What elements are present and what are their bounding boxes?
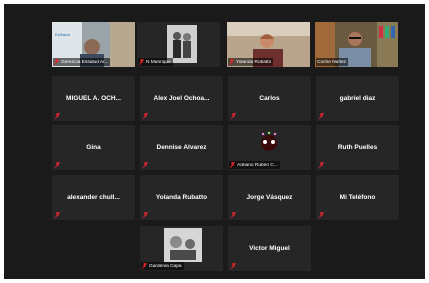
participant-tile[interactable]: Victor Miguel	[228, 226, 311, 271]
participant-tile[interactable]: Yolanda Rubatto	[227, 22, 310, 67]
muted-mic-icon	[230, 162, 235, 168]
muted-mic-icon	[319, 162, 324, 168]
participant-name: Victor Miguel	[249, 244, 290, 252]
participant-name: alexander chull...	[67, 193, 120, 201]
participant-name: Dennise Alvarez	[156, 143, 207, 151]
participant-tile[interactable]: Ruth Puelles	[316, 125, 399, 170]
muted-mic-icon	[231, 263, 236, 269]
participant-tile[interactable]: Alex Joel Ochoa...	[140, 76, 223, 121]
muted-mic-icon	[229, 59, 234, 65]
participant-name: Jorge Vásquez	[246, 193, 293, 201]
muted-mic-icon	[231, 113, 236, 119]
participant-name: Gardenia Capa	[149, 263, 182, 269]
participant-tile[interactable]: Gardenia Capa	[140, 226, 223, 271]
participant-tile[interactable]: MIGUEL A. OCH...	[52, 76, 135, 121]
muted-mic-icon	[55, 212, 60, 218]
participant-name: MIGUEL A. OCH...	[66, 94, 121, 102]
participant-name: Carlos	[259, 94, 280, 102]
participant-name: Gerencia Essalud Ar...	[61, 59, 109, 65]
muted-mic-icon	[143, 162, 148, 168]
participant-name: Mi Teléfono	[339, 193, 376, 201]
participant-tile[interactable]: Mi Teléfono	[316, 175, 399, 220]
muted-mic-icon	[231, 212, 236, 218]
participant-label: Gardenia Capa	[141, 262, 184, 270]
participant-tile[interactable]: Gina	[52, 125, 135, 170]
participant-tile[interactable]: Dennise Alvarez	[140, 125, 223, 170]
muted-mic-icon	[55, 113, 60, 119]
participant-name: Yolanda Rubatto	[236, 59, 272, 65]
muted-mic-icon	[55, 162, 60, 168]
muted-mic-icon	[319, 212, 324, 218]
participant-tile[interactable]: Jorge Vásquez	[228, 175, 311, 220]
participant-name: Alex Joel Ochoa...	[153, 94, 210, 102]
participant-tile-active-speaker[interactable]: Coche Núñez	[315, 22, 398, 67]
participant-tile[interactable]: gabriel diaz	[316, 76, 399, 121]
participant-label: Yolanda Rubatto	[228, 58, 274, 66]
participant-label: N Manrique	[138, 58, 173, 66]
participant-name: N Manrique	[146, 59, 171, 65]
muted-mic-icon	[54, 59, 59, 65]
svg-text:EsSalud: EsSalud	[55, 32, 70, 37]
participant-name: gabriel diaz	[339, 94, 376, 102]
participant-name: Ruth Puelles	[337, 143, 378, 151]
participant-tile[interactable]: Carlos	[228, 76, 311, 121]
participant-tile[interactable]: alexander chull...	[52, 175, 135, 220]
muted-mic-icon	[142, 263, 147, 269]
muted-mic-icon	[139, 59, 144, 65]
muted-mic-icon	[319, 113, 324, 119]
participant-tile[interactable]: N Manrique	[137, 22, 220, 67]
participant-tile[interactable]: Yolanda Rubatto	[140, 175, 223, 220]
participant-name: Coche Núñez	[317, 59, 347, 65]
video-gallery: EsSalud Gerencia Essalud Ar... N Manriqu…	[4, 4, 425, 279]
muted-mic-icon	[143, 113, 148, 119]
participant-label: Adriano Ruben C...	[229, 161, 280, 169]
participant-name: Yolanda Rubatto	[155, 193, 208, 201]
muted-mic-icon	[143, 212, 148, 218]
participant-tile[interactable]: Adriano Ruben C...	[228, 125, 311, 170]
participant-name: Gina	[86, 143, 101, 151]
participant-name: Adriano Ruben C...	[237, 162, 278, 168]
participant-tile[interactable]: EsSalud Gerencia Essalud Ar...	[52, 22, 135, 67]
participant-label: Gerencia Essalud Ar...	[53, 58, 111, 66]
participant-label: Coche Núñez	[316, 58, 349, 66]
